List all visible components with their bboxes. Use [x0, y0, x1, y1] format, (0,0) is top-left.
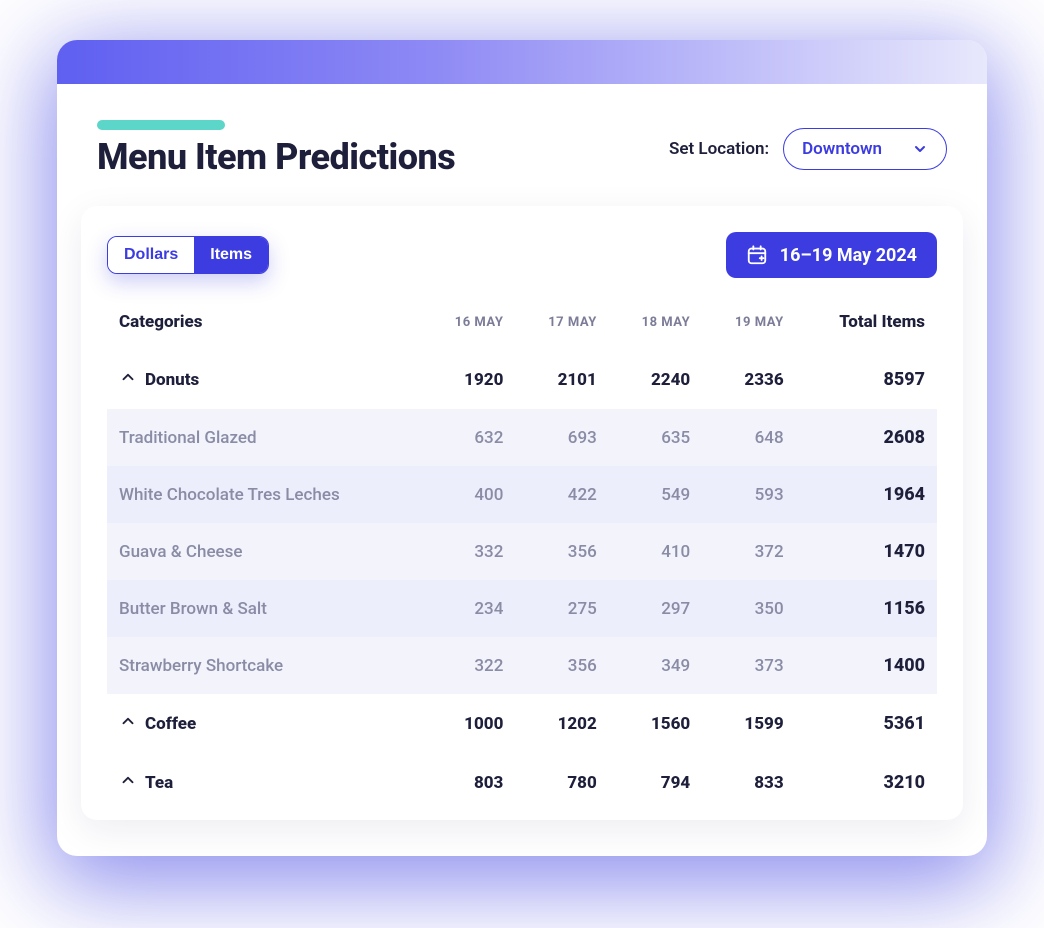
category-name: Tea: [107, 753, 422, 812]
total-value: 1156: [796, 580, 937, 637]
day-value: 803: [422, 753, 515, 812]
col-day-1: 17 MAY: [515, 302, 608, 350]
total-value: 1964: [796, 466, 937, 523]
day-value: 373: [702, 637, 795, 694]
item-name: Strawberry Shortcake: [107, 637, 422, 694]
item-row: Butter Brown & Salt2342752973501156: [107, 580, 937, 637]
item-row: White Chocolate Tres Leches4004225495931…: [107, 466, 937, 523]
date-range-text: 16–19 May 2024: [780, 245, 917, 266]
table-header-row: Categories 16 MAY 17 MAY 18 MAY 19 MAY T…: [107, 302, 937, 350]
category-row[interactable]: Coffee 10001202156015995361: [107, 694, 937, 753]
day-value: 635: [609, 409, 702, 466]
col-day-0: 16 MAY: [422, 302, 515, 350]
day-value: 297: [609, 580, 702, 637]
toggle-items[interactable]: Items: [194, 237, 268, 273]
predictions-table: Categories 16 MAY 17 MAY 18 MAY 19 MAY T…: [107, 302, 937, 812]
total-value: 3210: [796, 753, 937, 812]
chevron-up-icon: [119, 368, 137, 391]
category-name: Donuts: [107, 350, 422, 409]
panel-toolbar: Dollars Items 16–19 May 2024: [107, 232, 937, 278]
item-row: Traditional Glazed6326936356482608: [107, 409, 937, 466]
total-value: 1470: [796, 523, 937, 580]
col-day-3: 19 MAY: [702, 302, 795, 350]
category-row[interactable]: Tea 8037807948333210: [107, 753, 937, 812]
header: Menu Item Predictions Set Location: Down…: [57, 84, 987, 206]
item-row: Strawberry Shortcake3223563493731400: [107, 637, 937, 694]
day-value: 322: [422, 637, 515, 694]
calendar-add-icon: [746, 244, 768, 266]
category-label: Tea: [145, 773, 173, 793]
category-label: Coffee: [145, 714, 196, 734]
chevron-up-icon: [119, 712, 137, 735]
item-name: Traditional Glazed: [107, 409, 422, 466]
day-value: 2101: [515, 350, 608, 409]
title-block: Menu Item Predictions: [97, 120, 455, 178]
total-value: 2608: [796, 409, 937, 466]
day-value: 1000: [422, 694, 515, 753]
toggle-dollars[interactable]: Dollars: [108, 237, 194, 273]
day-value: 549: [609, 466, 702, 523]
location-picker: Set Location: Downtown: [669, 128, 947, 170]
category-name: Coffee: [107, 694, 422, 753]
category-label: Donuts: [145, 370, 199, 390]
day-value: 593: [702, 466, 795, 523]
total-value: 1400: [796, 637, 937, 694]
chevron-up-icon: [119, 771, 137, 794]
day-value: 1202: [515, 694, 608, 753]
total-value: 5361: [796, 694, 937, 753]
day-value: 693: [515, 409, 608, 466]
accent-bar: [97, 120, 225, 130]
chevron-down-icon: [912, 141, 928, 157]
day-value: 632: [422, 409, 515, 466]
header-gradient-bar: [57, 40, 987, 84]
day-value: 1560: [609, 694, 702, 753]
day-value: 234: [422, 580, 515, 637]
item-name: White Chocolate Tres Leches: [107, 466, 422, 523]
day-value: 400: [422, 466, 515, 523]
day-value: 422: [515, 466, 608, 523]
col-categories: Categories: [107, 302, 422, 350]
day-value: 648: [702, 409, 795, 466]
app-card: Menu Item Predictions Set Location: Down…: [57, 40, 987, 856]
location-selected: Downtown: [802, 139, 882, 159]
col-day-2: 18 MAY: [609, 302, 702, 350]
day-value: 350: [702, 580, 795, 637]
day-value: 1920: [422, 350, 515, 409]
day-value: 794: [609, 753, 702, 812]
date-range-button[interactable]: 16–19 May 2024: [726, 232, 937, 278]
item-name: Guava & Cheese: [107, 523, 422, 580]
item-row: Guava & Cheese3323564103721470: [107, 523, 937, 580]
col-total: Total Items: [796, 302, 937, 350]
day-value: 2336: [702, 350, 795, 409]
day-value: 780: [515, 753, 608, 812]
page-title: Menu Item Predictions: [97, 136, 455, 178]
day-value: 356: [515, 523, 608, 580]
category-row[interactable]: Donuts 19202101224023368597: [107, 350, 937, 409]
day-value: 275: [515, 580, 608, 637]
item-name: Butter Brown & Salt: [107, 580, 422, 637]
location-label: Set Location:: [669, 139, 769, 159]
day-value: 332: [422, 523, 515, 580]
day-value: 410: [609, 523, 702, 580]
day-value: 356: [515, 637, 608, 694]
day-value: 2240: [609, 350, 702, 409]
location-select[interactable]: Downtown: [783, 128, 947, 170]
unit-toggle: Dollars Items: [107, 236, 269, 274]
day-value: 1599: [702, 694, 795, 753]
day-value: 833: [702, 753, 795, 812]
total-value: 8597: [796, 350, 937, 409]
predictions-panel: Dollars Items 16–19 May 2024 Categories: [81, 206, 963, 820]
day-value: 372: [702, 523, 795, 580]
day-value: 349: [609, 637, 702, 694]
